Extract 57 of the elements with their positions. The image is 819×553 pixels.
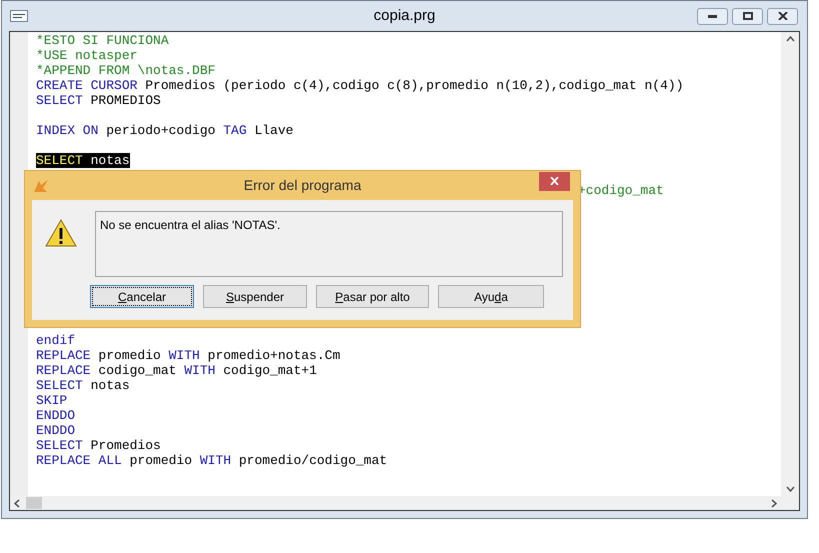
- code-text: SELECT: [36, 153, 83, 168]
- vertical-scrollbar[interactable]: [781, 32, 799, 496]
- code-comment: *USE notasper: [36, 48, 138, 63]
- message-box: No se encuentra el alias 'NOTAS'.: [94, 211, 563, 277]
- scroll-thumb[interactable]: [26, 497, 42, 509]
- code-keyword: WITH: [168, 348, 200, 363]
- code-text: periodo+codigo: [105, 123, 216, 138]
- code-keyword: REPLACE: [36, 363, 91, 378]
- code-text: promedio: [128, 453, 194, 468]
- scroll-right-icon[interactable]: [771, 498, 777, 508]
- horizontal-scrollbar[interactable]: [10, 496, 799, 510]
- code-keyword: SELECT: [36, 438, 83, 453]
- code-keyword: CREATE CURSOR: [36, 78, 138, 93]
- minimize-icon: [708, 14, 717, 18]
- scroll-up-icon[interactable]: [786, 36, 794, 42]
- close-icon: [778, 12, 788, 20]
- minimize-button[interactable]: [697, 8, 728, 24]
- code-text: codigo_mat+1: [222, 363, 317, 378]
- code-keyword: REPLACE ALL: [36, 453, 122, 468]
- code-text: promedio+notas.Cm: [206, 348, 340, 363]
- dialog-button[interactable]: Suspender: [203, 285, 307, 308]
- code-comment: +codigo_mat: [578, 183, 664, 198]
- code-text: notas: [82, 153, 130, 168]
- code-keyword: SELECT: [36, 93, 83, 108]
- maximize-button[interactable]: [732, 8, 763, 24]
- close-button[interactable]: [767, 8, 798, 24]
- code-text: notas: [90, 378, 130, 393]
- code-text: Promedios: [90, 438, 161, 453]
- close-icon: [550, 177, 559, 185]
- code-text: codigo_mat: [97, 363, 178, 378]
- restore-icon: [742, 12, 752, 20]
- code-text: promedio: [97, 348, 162, 363]
- code-keyword: WITH: [184, 363, 216, 378]
- code-text: Promedios (periodo c(4),codigo c(8),promedio n(10,2),codigo_mat n(4)): [144, 78, 684, 93]
- code-comment: *APPEND FROM \notas.DBF: [36, 63, 216, 78]
- code-comment: *ESTO SI FUNCIONA: [36, 33, 169, 48]
- code-keyword: REPLACE: [36, 348, 91, 363]
- code-text: promedio/codigo_mat: [238, 453, 388, 468]
- scroll-down-icon[interactable]: [786, 486, 794, 492]
- code-text: PROMEDIOS: [90, 93, 161, 108]
- dialog-title: Error del programa: [244, 176, 362, 195]
- window-title: copia.prg: [374, 6, 436, 26]
- code-keyword: SELECT: [36, 378, 83, 393]
- text-file-icon: [10, 10, 28, 22]
- dialog-button[interactable]: Ayuda: [438, 285, 544, 308]
- scroll-left-icon[interactable]: [14, 498, 20, 508]
- dialog-button[interactable]: Pasar por alto: [316, 285, 429, 308]
- code-text: Llave: [253, 123, 294, 138]
- warning-icon: [45, 219, 77, 247]
- code-keyword: endif: [36, 333, 76, 348]
- code-keyword: SKIP: [36, 393, 68, 408]
- code-keyword: ENDDO: [36, 423, 76, 438]
- code-keyword: WITH: [200, 453, 232, 468]
- code-keyword: ENDDO: [36, 408, 76, 423]
- code-keyword: TAG: [223, 123, 247, 138]
- code-keyword: INDEX ON: [36, 123, 98, 138]
- dialog-button[interactable]: Cancelar: [90, 285, 194, 308]
